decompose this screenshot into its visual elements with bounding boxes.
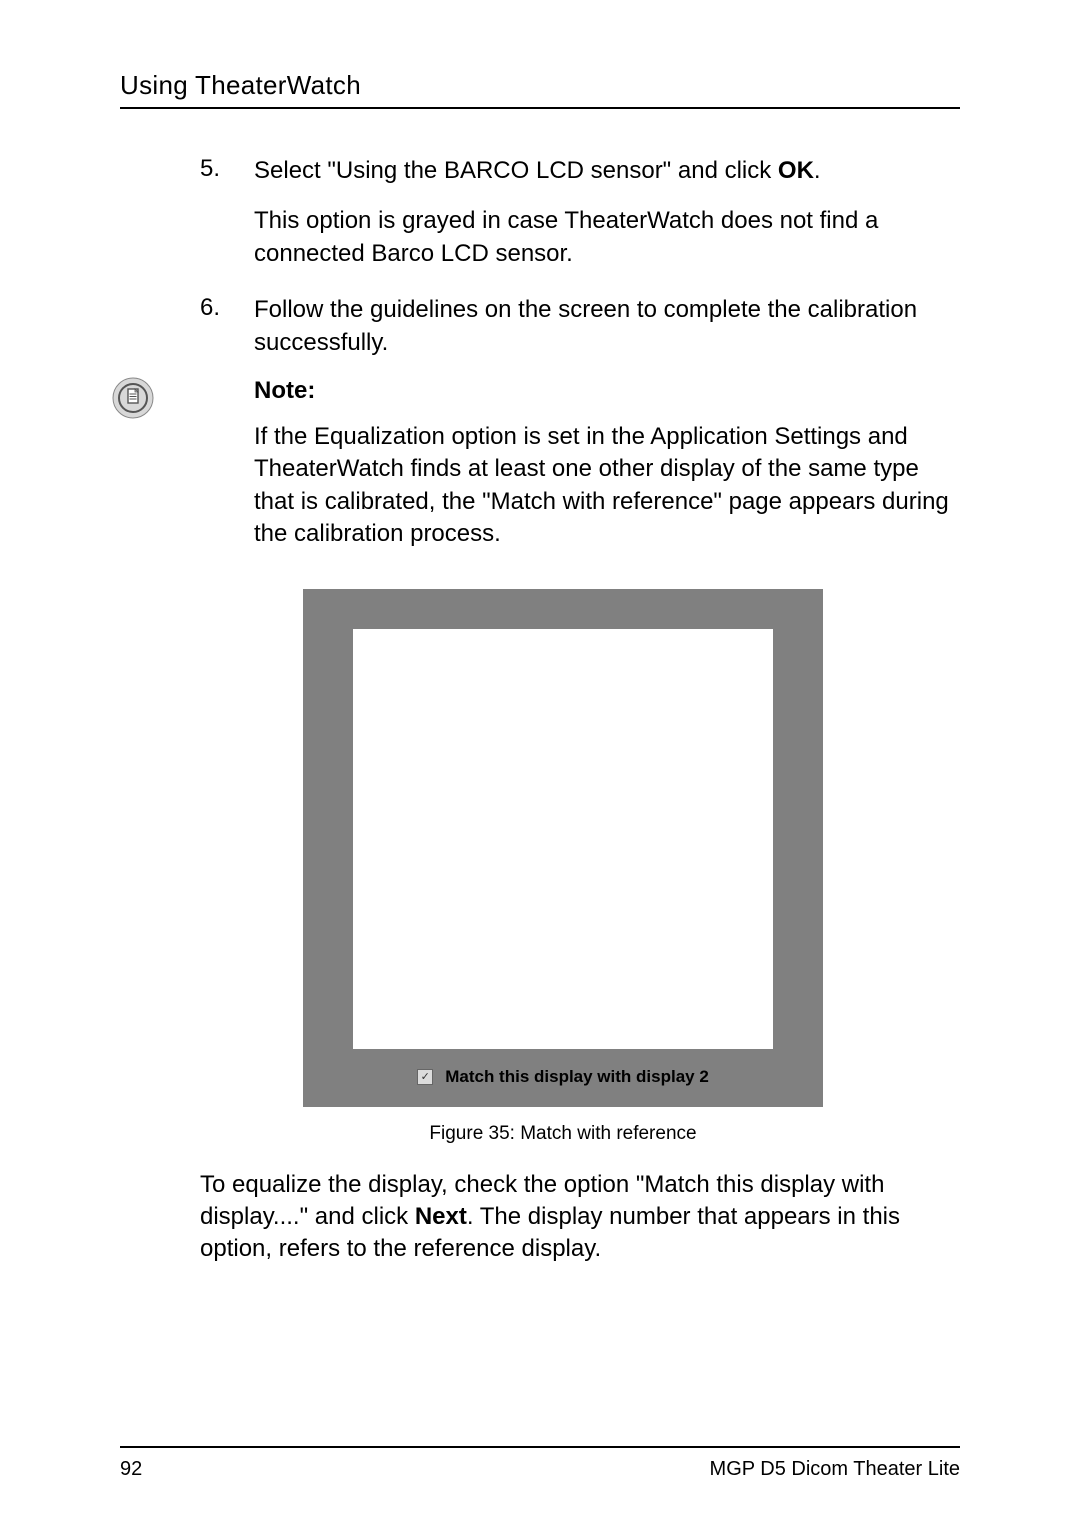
content-area: 5. Select "Using the BARCO LCD sensor" a… [120, 155, 960, 1266]
figure-outer-frame: ✓ Match this display with display 2 [303, 589, 823, 1107]
page-container: Using TheaterWatch 5. Select "Using the … [0, 0, 1080, 1306]
figure-control-bar: ✓ Match this display with display 2 [303, 1049, 823, 1107]
step-number: 5. [200, 155, 254, 187]
after-paragraph: To equalize the display, check the optio… [200, 1169, 960, 1266]
note-label: Note: [254, 377, 960, 405]
header-rule [120, 107, 960, 109]
note-document-icon [112, 377, 154, 424]
match-checkbox[interactable]: ✓ [417, 1069, 433, 1085]
after-bold: Next [415, 1203, 467, 1230]
step-text-post: . [814, 157, 821, 184]
footer-rule [120, 1446, 960, 1448]
page-footer: 92 MGP D5 Dicom Theater Lite [120, 1446, 960, 1481]
step-text-pre: Follow the guidelines on the screen to c… [254, 296, 917, 355]
footer-page-number: 92 [120, 1458, 142, 1481]
step-item: 5. Select "Using the BARCO LCD sensor" a… [200, 155, 960, 187]
footer-doc-title: MGP D5 Dicom Theater Lite [710, 1458, 960, 1481]
page-title: Using TheaterWatch [120, 70, 960, 101]
figure-container: ✓ Match this display with display 2 [166, 589, 960, 1107]
step-text-bold: OK [778, 157, 814, 184]
figure-bar-text: Match this display with display 2 [445, 1067, 709, 1087]
footer-row: 92 MGP D5 Dicom Theater Lite [120, 1458, 960, 1481]
step-text: Select "Using the BARCO LCD sensor" and … [254, 155, 821, 187]
figure-caption: Figure 35: Match with reference [166, 1123, 960, 1145]
step-text: Follow the guidelines on the screen to c… [254, 294, 960, 359]
note-block: Note: If the Equalization option is set … [200, 377, 960, 579]
step-item: 6. Follow the guidelines on the screen t… [200, 294, 960, 359]
note-text: If the Equalization option is set in the… [254, 421, 960, 551]
note-body: Note: If the Equalization option is set … [254, 377, 960, 579]
figure-inner-white [353, 629, 773, 1049]
step-text-pre: Select "Using the BARCO LCD sensor" and … [254, 157, 778, 184]
step-number: 6. [200, 294, 254, 359]
step-subtext: This option is grayed in case TheaterWat… [254, 205, 960, 270]
